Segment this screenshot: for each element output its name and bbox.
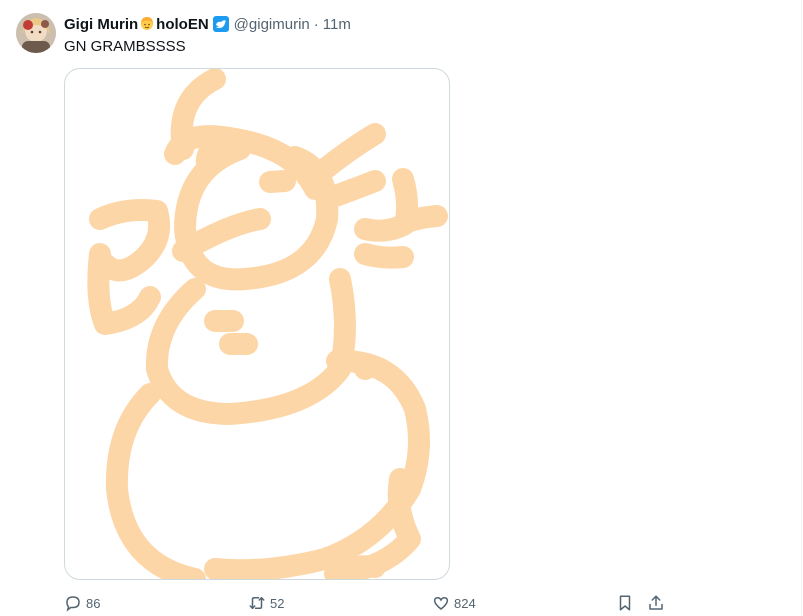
retweet-button[interactable]: 52 bbox=[248, 590, 284, 616]
share-icon bbox=[649, 595, 663, 610]
reply-icon bbox=[66, 596, 80, 612]
reply-button[interactable]: 86 bbox=[64, 590, 100, 616]
user-handle[interactable]: @gigimurin bbox=[234, 16, 310, 33]
share-button[interactable] bbox=[647, 590, 665, 616]
blonde-person-emoji-icon bbox=[139, 16, 155, 32]
separator-dot: · bbox=[313, 15, 319, 33]
bookmark-button[interactable] bbox=[616, 590, 634, 616]
snowman-sketch-drawing bbox=[87, 69, 448, 579]
reply-count: 86 bbox=[86, 595, 101, 611]
bookmark-icon bbox=[619, 595, 631, 611]
retweet-icon bbox=[249, 597, 265, 609]
timestamp[interactable]: 11m bbox=[323, 16, 351, 33]
heart-icon bbox=[433, 596, 449, 610]
like-count: 824 bbox=[454, 595, 476, 611]
display-name[interactable]: Gigi Murin bbox=[64, 16, 138, 33]
tweet-media-image[interactable] bbox=[64, 68, 450, 580]
tweet-header: Gigi Murin holoEN @gigimurin · 11m bbox=[64, 14, 351, 34]
retweet-count: 52 bbox=[270, 595, 285, 611]
tweet-text: GN GRAMBSSSS bbox=[64, 38, 186, 55]
avatar[interactable] bbox=[16, 13, 56, 53]
like-button[interactable]: 824 bbox=[432, 590, 476, 616]
tweet-action-bar: 86 52 824 bbox=[0, 590, 803, 616]
display-name-suffix[interactable]: holoEN bbox=[156, 16, 209, 33]
verified-badge-icon bbox=[212, 15, 230, 33]
